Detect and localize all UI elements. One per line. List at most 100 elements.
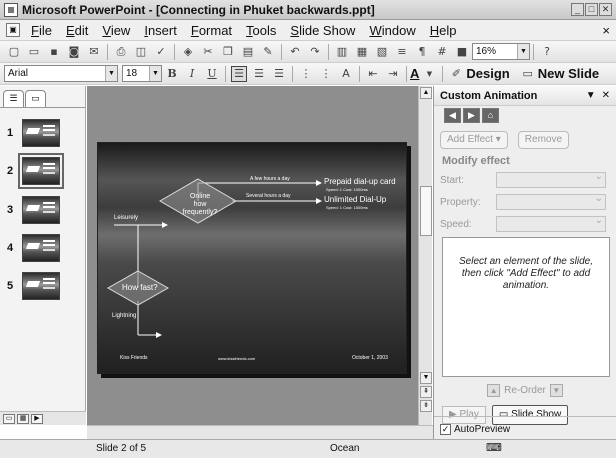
speed-select[interactable] bbox=[496, 215, 606, 232]
increase-indent-icon[interactable]: ⇥ bbox=[385, 66, 401, 82]
permission-icon[interactable]: ◙ bbox=[66, 44, 82, 60]
undo-icon[interactable]: ↶ bbox=[287, 44, 303, 60]
format-painter-icon[interactable]: ✎ bbox=[260, 44, 276, 60]
print-preview-icon[interactable]: ◫ bbox=[133, 44, 149, 60]
scroll-thumb[interactable] bbox=[420, 186, 432, 236]
normal-view-icon[interactable]: ▭ bbox=[3, 413, 15, 424]
home-icon[interactable]: ⌂ bbox=[482, 107, 499, 123]
chevron-down-icon[interactable]: ▼ bbox=[421, 66, 437, 82]
design-button[interactable]: Design bbox=[466, 66, 509, 81]
remove-button[interactable]: Remove bbox=[517, 131, 570, 149]
slide-sorter-icon[interactable]: ▦ bbox=[17, 413, 29, 424]
font-select[interactable]: Arial ▼ bbox=[4, 65, 118, 82]
vertical-scrollbar[interactable]: ▲ ▼ ⇞ ⇟ bbox=[418, 86, 432, 425]
animation-list[interactable]: Select an element of the slide, then cli… bbox=[442, 237, 610, 377]
chevron-down-icon[interactable]: ▼ bbox=[517, 44, 529, 59]
new-document-icon[interactable]: ▢ bbox=[6, 44, 22, 60]
save-icon[interactable]: ▪ bbox=[46, 44, 62, 60]
slide-thumbnail[interactable] bbox=[22, 196, 60, 224]
research-icon[interactable]: ◈ bbox=[180, 44, 196, 60]
menu-tools[interactable]: Tools bbox=[241, 23, 285, 38]
move-up-icon[interactable]: ▲ bbox=[487, 383, 501, 397]
chevron-down-icon[interactable]: ▼ bbox=[105, 66, 117, 81]
powerpoint-app-icon[interactable] bbox=[4, 2, 18, 17]
start-label: Start: bbox=[440, 174, 464, 186]
menu-help[interactable]: Help bbox=[425, 23, 466, 38]
spelling-status-icon[interactable]: ⌨ bbox=[486, 441, 502, 454]
autopreview-toggle[interactable]: ✓ AutoPreview bbox=[440, 424, 510, 435]
chevron-down-icon[interactable]: ▼ bbox=[149, 66, 161, 81]
menu-window[interactable]: Window bbox=[364, 23, 424, 38]
previous-slide-icon[interactable]: ⇞ bbox=[420, 386, 432, 398]
underline-button[interactable]: U bbox=[204, 66, 220, 82]
menu-view[interactable]: View bbox=[97, 23, 139, 38]
paste-icon[interactable]: ▤ bbox=[240, 44, 256, 60]
decrease-indent-icon[interactable]: ⇤ bbox=[365, 66, 381, 82]
zoom-select[interactable]: 16% ▼ bbox=[472, 43, 530, 60]
tables-borders-icon[interactable]: ▧ bbox=[374, 44, 390, 60]
scroll-up-icon[interactable]: ▲ bbox=[420, 87, 432, 99]
show-formatting-icon[interactable]: ¶ bbox=[414, 44, 430, 60]
spelling-icon[interactable]: ✓ bbox=[153, 44, 169, 60]
maximize-button[interactable]: □ bbox=[585, 3, 598, 16]
slide-thumbnail-row[interactable]: 4 bbox=[0, 234, 60, 262]
increase-font-icon[interactable]: A bbox=[338, 66, 354, 82]
expand-all-icon[interactable]: ≡ bbox=[394, 44, 410, 60]
bullets-icon[interactable]: ⋮ bbox=[318, 66, 334, 82]
property-select[interactable] bbox=[496, 193, 606, 210]
align-left-icon[interactable]: ☰ bbox=[231, 65, 247, 82]
align-right-icon[interactable]: ☰ bbox=[271, 66, 287, 82]
slide-thumbnail-row[interactable]: 5 bbox=[0, 272, 60, 300]
back-icon[interactable]: ◀ bbox=[444, 107, 461, 123]
slide-show-view-icon[interactable]: ▶ bbox=[31, 413, 43, 424]
insert-table-icon[interactable]: ▦ bbox=[354, 44, 370, 60]
slide-thumbnail[interactable] bbox=[22, 272, 60, 300]
minimize-button[interactable]: _ bbox=[571, 3, 584, 16]
task-pane-menu-icon[interactable]: ▼ bbox=[586, 90, 596, 101]
start-select[interactable] bbox=[496, 171, 606, 188]
slide-thumbnail-row[interactable]: 3 bbox=[0, 196, 60, 224]
next-slide-icon[interactable]: ⇟ bbox=[420, 400, 432, 412]
autopreview-checkbox[interactable]: ✓ bbox=[440, 424, 451, 435]
slide-thumbnail-row[interactable]: 1 bbox=[0, 119, 60, 147]
document-close-icon[interactable]: × bbox=[602, 23, 610, 38]
bold-button[interactable]: B bbox=[164, 66, 180, 82]
font-size-select[interactable]: 18 ▼ bbox=[122, 65, 162, 82]
copy-icon[interactable]: ❐ bbox=[220, 44, 236, 60]
insert-chart-icon[interactable]: ▥ bbox=[334, 44, 350, 60]
outline-tab-icon[interactable]: ☰ bbox=[3, 90, 24, 107]
show-grid-icon[interactable]: # bbox=[434, 44, 450, 60]
print-icon[interactable]: ⎙ bbox=[113, 44, 129, 60]
add-effect-button[interactable]: Add Effect ▾ bbox=[440, 131, 508, 149]
slide-show-button[interactable]: ▭ Slide Show bbox=[491, 405, 569, 425]
align-center-icon[interactable]: ☰ bbox=[251, 66, 267, 82]
menu-insert[interactable]: Insert bbox=[139, 23, 186, 38]
forward-icon[interactable]: ▶ bbox=[463, 107, 480, 123]
slides-tab-icon[interactable]: ▭ bbox=[25, 90, 46, 107]
menu-edit[interactable]: Edit bbox=[61, 23, 97, 38]
cut-icon[interactable]: ✂ bbox=[200, 44, 216, 60]
slide-canvas[interactable]: Online how frequently? How fast? Leisure… bbox=[97, 142, 407, 374]
menu-format[interactable]: Format bbox=[186, 23, 241, 38]
numbering-icon[interactable]: ⋮ bbox=[298, 66, 314, 82]
help-icon[interactable]: ? bbox=[539, 44, 555, 60]
document-icon[interactable]: ▣ bbox=[6, 23, 20, 37]
close-button[interactable]: ✕ bbox=[599, 3, 612, 16]
italic-button[interactable]: I bbox=[184, 66, 200, 82]
slide-thumbnail-selected[interactable] bbox=[18, 153, 64, 189]
font-color-button[interactable]: A bbox=[410, 66, 419, 81]
move-down-icon[interactable]: ▼ bbox=[549, 383, 563, 397]
email-icon[interactable]: ✉ bbox=[86, 44, 102, 60]
new-slide-button[interactable]: New Slide bbox=[538, 66, 599, 81]
play-button[interactable]: ▶ Play bbox=[442, 406, 486, 424]
slide-thumbnail-row[interactable]: 2 bbox=[0, 153, 64, 189]
menu-slide-show[interactable]: Slide Show bbox=[285, 23, 364, 38]
redo-icon[interactable]: ↷ bbox=[307, 44, 323, 60]
slide-thumbnail[interactable] bbox=[22, 234, 60, 262]
open-folder-icon[interactable]: ▭ bbox=[26, 44, 42, 60]
scroll-down-icon[interactable]: ▼ bbox=[420, 372, 432, 384]
color-grayscale-icon[interactable]: ■ bbox=[454, 44, 470, 60]
menu-file[interactable]: File bbox=[26, 23, 61, 38]
task-pane-close-icon[interactable]: ✕ bbox=[602, 90, 610, 101]
slide-thumbnail[interactable] bbox=[22, 119, 60, 147]
